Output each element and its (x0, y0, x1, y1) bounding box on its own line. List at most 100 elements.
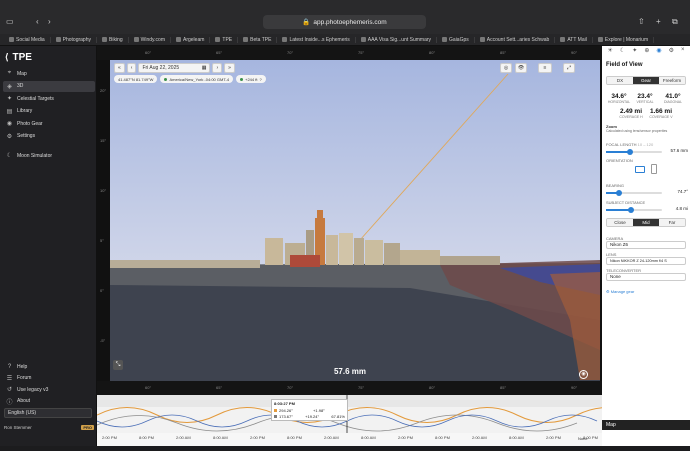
tab-far[interactable]: Far (659, 219, 685, 226)
sidebar-item-library[interactable]: ▤ Library (3, 106, 95, 117)
camera-select[interactable]: Nikon Z6 (606, 241, 686, 249)
gear-icon[interactable]: ⚙ (669, 47, 674, 57)
star-icon[interactable]: ✦ (632, 47, 637, 57)
moon-icon[interactable]: ☾ (620, 47, 625, 57)
sidebar-toggle-icon[interactable]: ▭ (6, 17, 14, 27)
sidebar-item-forum[interactable]: ☰ Forum (3, 373, 95, 384)
new-tab-icon[interactable]: + (656, 17, 661, 27)
azimuth-scale-bottom: 60° 65° 70° 75° 80° 85° 90° (97, 381, 602, 395)
sidebar-item-use-legacy-v3[interactable]: ↺ Use legacy v3 (3, 384, 95, 395)
bookmark-item[interactable]: Windy.com (129, 36, 171, 43)
camera-icon[interactable]: ◉ (656, 47, 661, 57)
azimuth-tick-label: 80° (429, 50, 436, 55)
sidebar-item-map[interactable]: ⌖ Map (3, 68, 95, 79)
altitude-tick-label: 5° (100, 238, 104, 243)
tab-freeform[interactable]: Freeform (659, 77, 685, 84)
bearing-value[interactable]: 74.7° (666, 189, 688, 194)
bookmark-item[interactable]: GaiaGps (437, 36, 475, 43)
app-logo[interactable]: ⟨ TPE (5, 52, 32, 63)
target-icon[interactable]: ◎ (500, 63, 512, 73)
tab-gear[interactable]: Gear (633, 77, 659, 84)
manage-gear-link[interactable]: ⚙ Manage gear (606, 289, 634, 294)
eye-icon[interactable]: 👁 (515, 63, 527, 73)
bookmark-item[interactable]: ATT Mail (555, 36, 593, 43)
back-icon[interactable]: ‹ (36, 17, 39, 27)
sidebar-item-moon-simulator[interactable]: ☾ Moon Simulator (3, 150, 95, 161)
share-icon[interactable]: ⇧ (638, 17, 645, 27)
sidebar-item-3d[interactable]: ◈ 3D (3, 80, 95, 92)
fullscreen-icon[interactable]: ⤢ (563, 63, 575, 73)
bookmark-favicon-icon (215, 37, 221, 42)
3d-scene[interactable] (110, 60, 600, 381)
subject-distance-slider[interactable] (606, 207, 662, 213)
next-day-button[interactable]: › (212, 63, 223, 73)
sidebar-item-help[interactable]: ? Help (3, 361, 95, 372)
fov-stat: 23.4° VERTICAL (636, 93, 654, 104)
forward-icon[interactable]: › (48, 17, 51, 27)
sidebar-item-celestial-targets[interactable]: ✦ Celestial Targets (3, 93, 95, 104)
timeline-mode-select[interactable]: None (578, 436, 588, 441)
user-account[interactable]: Ron Stemmer PRO (4, 423, 94, 431)
sun-icon[interactable]: ☀ (608, 47, 613, 57)
bookmark-item[interactable]: Account Sett...aries Schwab (475, 36, 556, 43)
bookmark-item[interactable]: Explore | Monarium (593, 36, 655, 43)
bookmark-favicon-icon (597, 37, 603, 42)
app-name: TPE (12, 52, 32, 63)
teleconverter-select[interactable]: None (606, 273, 686, 281)
focal-length-slider[interactable] (606, 149, 662, 155)
bookmark-item[interactable]: Beta TPE (238, 36, 278, 43)
bookmark-item[interactable]: Social Media (4, 36, 51, 43)
tab-mid[interactable]: Mid (633, 219, 659, 226)
subject-distance-value[interactable]: 4.8 mi (666, 206, 688, 211)
timezone-pill[interactable]: America/New_York -04:00 GMT-4 (160, 75, 234, 83)
elevation-pill[interactable]: +244 ft? (236, 75, 266, 83)
prev-large-button[interactable]: « (114, 63, 125, 73)
landscape-orientation-icon[interactable] (635, 166, 645, 173)
fov-stat: 2.49 mi COVERAGE H (619, 108, 643, 119)
timeline-time-label: 8:00 AM (361, 435, 376, 440)
help-icon: ? (259, 76, 262, 82)
next-large-button[interactable]: » (224, 63, 235, 73)
focal-length-overlay: 57.6 mm (333, 367, 367, 376)
sidebar-item-settings[interactable]: ⚙ Settings (3, 131, 95, 142)
tab-close[interactable]: Close (607, 219, 633, 226)
cube-icon: ◈ (7, 83, 12, 90)
sidebar-item-about[interactable]: ⓘ About (3, 396, 95, 407)
bookmarks-bar: Social Media Photography Biking Windy.com Ar… (0, 34, 690, 46)
user-badge: PRO (81, 424, 94, 430)
bookmark-item[interactable]: Photography (51, 36, 97, 43)
target-icon: ✦ (6, 96, 13, 102)
language-select[interactable]: English (US) (4, 408, 92, 418)
tab-dx[interactable]: DX (607, 77, 633, 84)
moon-icon: ☾ (6, 153, 13, 159)
date-toolbar: « ‹ Fri Aug 22, 2025 ▦ › » (114, 63, 269, 73)
bookmark-favicon-icon (479, 37, 485, 42)
date-picker[interactable]: Fri Aug 22, 2025 ▦ (138, 63, 211, 73)
bearing-slider[interactable] (606, 190, 662, 196)
bookmark-item[interactable]: AAA Visa Sig...unt Summary (356, 36, 438, 43)
bookmark-favicon-icon (243, 37, 249, 42)
tabs-overview-icon[interactable]: ⧉ (672, 17, 678, 27)
bookmark-favicon-icon (133, 37, 139, 42)
expand-icon[interactable]: ⤡ (113, 360, 123, 370)
bookmark-item[interactable]: Argeleam (171, 36, 211, 43)
compass-icon[interactable]: ⊕ (644, 47, 649, 57)
bookmark-item[interactable]: Biking (97, 36, 129, 43)
library-icon: ▤ (6, 108, 13, 115)
timeline-chart[interactable] (96, 395, 638, 446)
lens-select[interactable]: Nikon NIKKOR Z 24-120mm f/4 S (606, 257, 686, 265)
address-bar[interactable]: 🔒 app.photoephemeris.com (263, 15, 426, 29)
map-section-header[interactable]: Map (602, 420, 690, 430)
portrait-orientation-icon[interactable] (651, 164, 657, 174)
bookmark-item[interactable]: Latest Inside...s Ephemeris (277, 36, 356, 43)
layers-icon[interactable]: ≡ (538, 63, 552, 73)
altitude-tick-label: -5° (100, 338, 106, 343)
bearing-label: BEARING (606, 183, 625, 188)
bookmark-item[interactable]: TPE (210, 36, 239, 43)
camera-shutter-icon[interactable]: ◉ (579, 370, 588, 379)
focal-length-value[interactable]: 57.6 mm (666, 148, 688, 153)
close-icon[interactable]: × (681, 47, 685, 57)
coordinates-pill[interactable]: 41.487°N 81.749°W (114, 75, 158, 83)
sidebar-item-photo-gear[interactable]: ◉ Photo Gear (3, 118, 95, 129)
prev-day-button[interactable]: ‹ (126, 63, 137, 73)
